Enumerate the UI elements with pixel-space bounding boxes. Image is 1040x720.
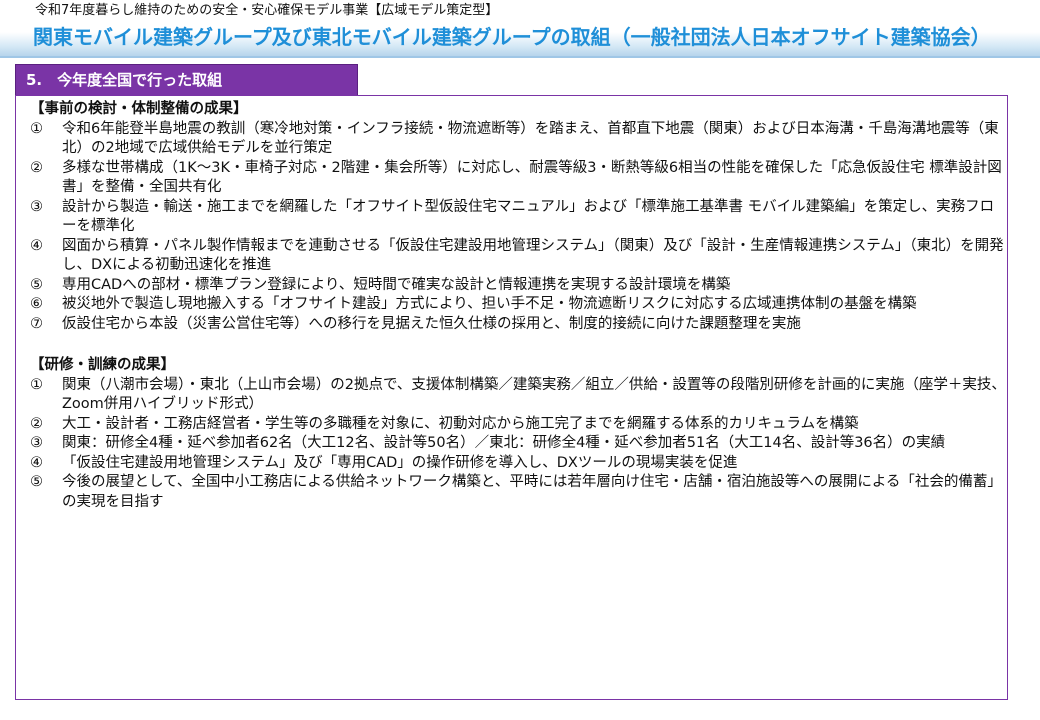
list-item: ④ 「仮設住宅建設用地管理システム」及び「専用CAD」の操作研修を導入し、DXツ… xyxy=(26,454,1006,474)
content: 【事前の検討・体制整備の成果】 ① 令和6年能登半島地震の教訓（寒冷地対策・イン… xyxy=(26,100,1006,512)
list-item: ⑥ 被災地外で製造し現地搬入する「オフサイト建設」方式により、担い手不足・物流遮… xyxy=(26,295,1006,315)
item-number: ② xyxy=(30,159,43,176)
item-number: ② xyxy=(30,415,43,432)
item-text: 関東（八潮市会場）・東北（上山市会場）の2拠点で、支援体制構築／建築実務／組立／… xyxy=(62,376,1006,413)
item-text: 図面から積算・パネル製作情報までを連動させる「仮設住宅建設用地管理システム」（関… xyxy=(62,237,1004,274)
item-text: 被災地外で製造し現地搬入する「オフサイト建設」方式により、担い手不足・物流遮断リ… xyxy=(62,296,917,312)
item-text: 設計から製造・輸送・施工までを網羅した「オフサイト型仮設住宅マニュアル」および「… xyxy=(62,198,995,235)
item-number: ⑥ xyxy=(30,296,43,312)
item-number: ① xyxy=(30,120,43,137)
item-number: ④ xyxy=(30,454,43,471)
list-item: ④ 図面から積算・パネル製作情報までを連動させる「仮設住宅建設用地管理システム」… xyxy=(26,237,1006,276)
group-title-preparation: 【事前の検討・体制整備の成果】 xyxy=(30,101,248,117)
list-item: ① 令和6年能登半島地震の教訓（寒冷地対策・インフラ接続・物流遮断等）を踏まえ、… xyxy=(26,120,1006,159)
item-text: 多様な世帯構成（1K～3K・車椅子対応・2階建・集会所等）に対応し、耐震等級3・… xyxy=(62,159,1002,196)
list-item: ③ 設計から製造・輸送・施工までを網羅した「オフサイト型仮設住宅マニュアル」およ… xyxy=(26,198,1006,237)
slide-title: 関東モバイル建築グループ及び東北モバイル建築グループの取組（一般社団法人日本オフ… xyxy=(33,25,991,49)
item-number: ③ xyxy=(30,198,43,215)
item-number: ① xyxy=(30,376,43,393)
list-item: ⑦ 仮設住宅から本設（災害公営住宅等）への移行を見据えた恒久仕様の採用と、制度的… xyxy=(26,315,1006,335)
item-text: 大工・設計者・工務店経営者・学生等の多職種を対象に、初動対応から施工完了までを網… xyxy=(62,415,859,432)
item-number: ⑦ xyxy=(30,315,43,332)
list-item: ⑤ 専用CADへの部材・標準プラン登録により、短時間で確実な設計と情報連携を実現… xyxy=(26,276,1006,296)
item-number: ⑤ xyxy=(30,276,43,293)
section-header: 5. 今年度全国で行った取組 xyxy=(15,64,358,96)
section-header-label: 5. 今年度全国で行った取組 xyxy=(26,71,223,89)
item-number: ⑤ xyxy=(30,474,43,490)
item-text: 今後の展望として、全国中小工務店による供給ネットワーク構築と、平時には若年層向け… xyxy=(62,474,1002,510)
slide-subtitle: 令和7年度暮らし維持のための安全・安心確保モデル事業【広域モデル策定型】 xyxy=(35,3,499,18)
item-text: 専用CADへの部材・標準プラン登録により、短時間で確実な設計と情報連携を実現する… xyxy=(62,276,731,293)
item-text: 仮設住宅から本設（災害公営住宅等）への移行を見据えた恒久仕様の採用と、制度的接続… xyxy=(62,315,801,332)
item-number: ④ xyxy=(30,237,43,254)
item-number: ③ xyxy=(30,435,43,451)
item-text: 関東：研修全4種・延べ参加者62名（大工12名、設計等50名）／東北：研修全4種… xyxy=(62,435,946,451)
list-item: ① 関東（八潮市会場）・東北（上山市会場）の2拠点で、支援体制構築／建築実務／組… xyxy=(26,376,1006,415)
list-item: ③ 関東：研修全4種・延べ参加者62名（大工12名、設計等50名）／東北：研修全… xyxy=(26,434,1006,454)
list-item: ② 大工・設計者・工務店経営者・学生等の多職種を対象に、初動対応から施工完了まで… xyxy=(26,415,1006,435)
item-text: 「仮設住宅建設用地管理システム」及び「専用CAD」の操作研修を導入し、DXツール… xyxy=(62,454,738,471)
list-item: ⑤ 今後の展望として、全国中小工務店による供給ネットワーク構築と、平時には若年層… xyxy=(26,473,1006,512)
group-title-training: 【研修・訓練の成果】 xyxy=(30,357,175,373)
list-item: ② 多様な世帯構成（1K～3K・車椅子対応・2階建・集会所等）に対応し、耐震等級… xyxy=(26,159,1006,198)
item-text: 令和6年能登半島地震の教訓（寒冷地対策・インフラ接続・物流遮断等）を踏まえ、首都… xyxy=(62,120,999,157)
